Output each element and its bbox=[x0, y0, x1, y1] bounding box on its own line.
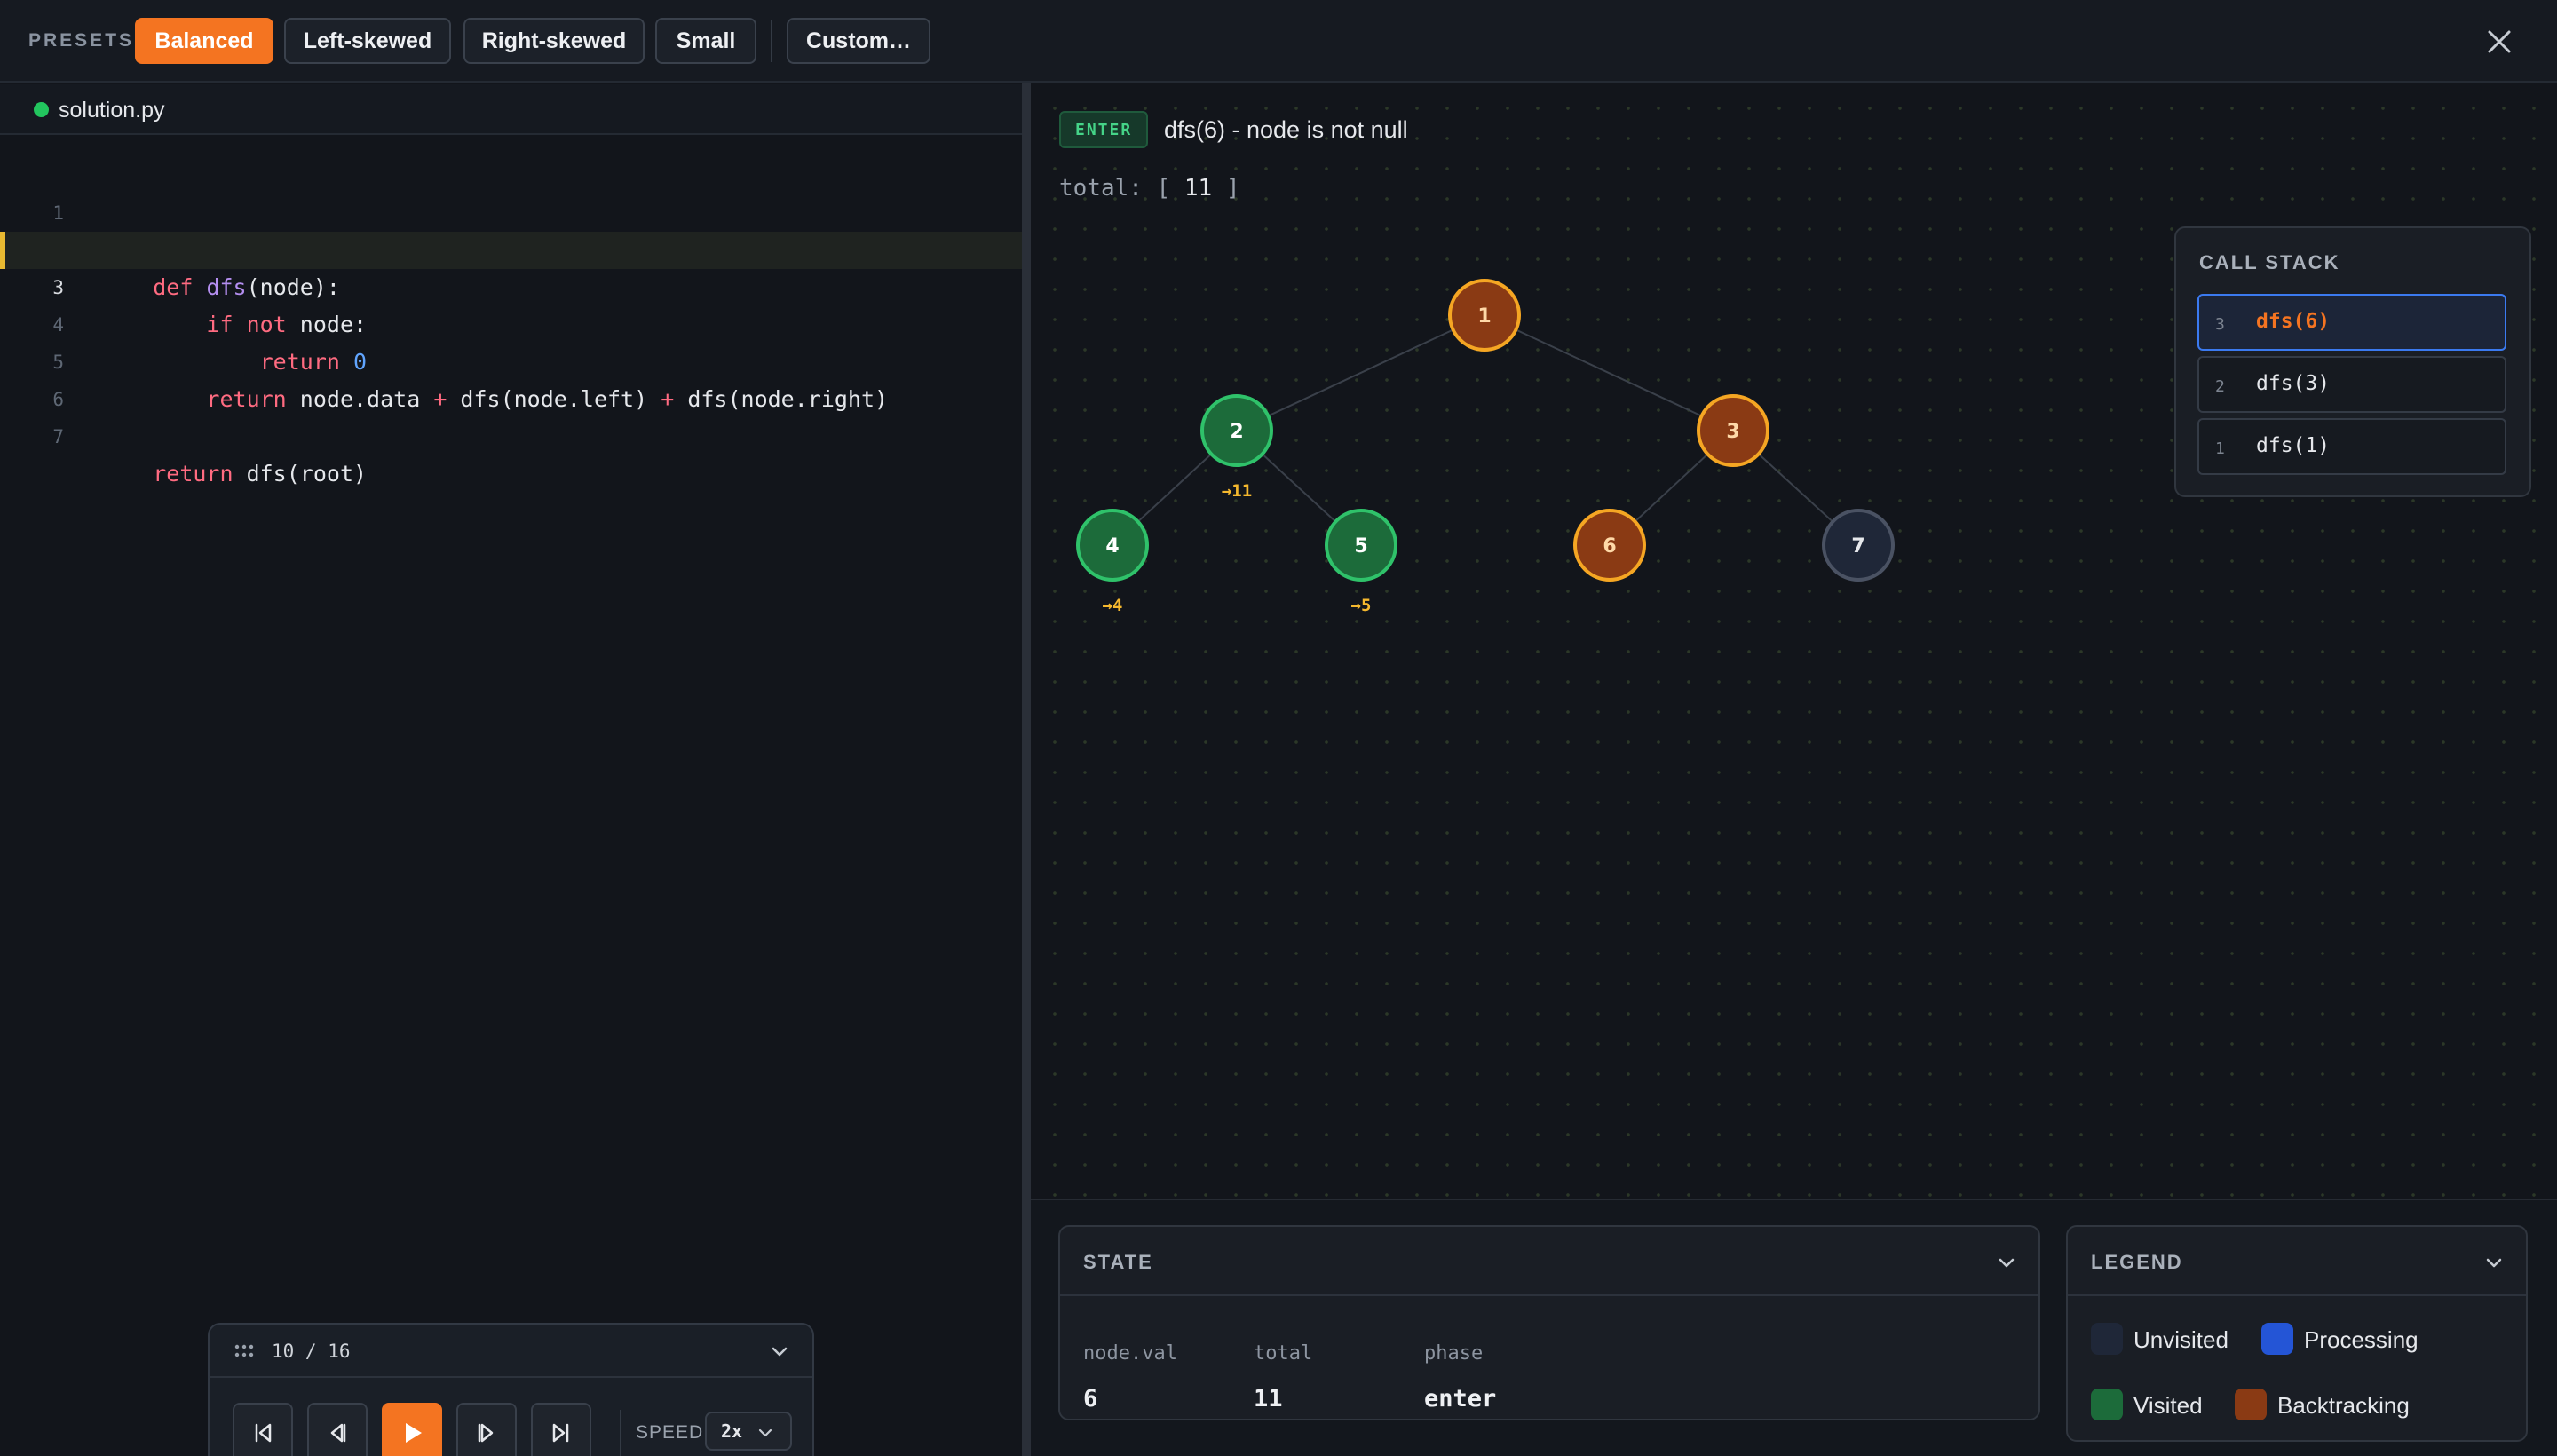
tree-node-2[interactable]: 2 →11 bbox=[1200, 394, 1273, 501]
file-name: solution.py bbox=[59, 98, 165, 123]
code-line: 1 def sumBT(self, root): bbox=[0, 157, 1022, 263]
tree-node-label: 6 bbox=[1603, 535, 1616, 558]
state-panel: STATE node.val 6 total 11 phase enter bbox=[1058, 1225, 2040, 1420]
code-line: 4 return 0 bbox=[0, 269, 1022, 375]
code-line: 5 return node.data + dfs(node.left) + df… bbox=[0, 306, 1022, 412]
speed-select[interactable]: 2x bbox=[705, 1412, 792, 1451]
pane-resize-handle[interactable] bbox=[1022, 83, 1031, 1456]
tree-edge bbox=[1236, 314, 1485, 431]
code-line-current: 3 if not node: bbox=[0, 232, 1022, 337]
legend-panel-header[interactable]: LEGEND bbox=[2068, 1227, 2526, 1296]
frame-depth: 3 bbox=[2215, 315, 2225, 334]
state-key-total: total bbox=[1254, 1342, 1313, 1365]
legend-swatch-backtracking bbox=[2235, 1389, 2267, 1420]
code-editor: solution.py 1 def sumBT(self, root): 2 d… bbox=[0, 84, 1022, 1456]
speed-value: 2x bbox=[721, 1420, 743, 1442]
tree-visualization: ENTER dfs(6) - node is not null total: [… bbox=[1031, 84, 2557, 1199]
file-status-dot bbox=[34, 102, 49, 117]
skip-end-icon bbox=[552, 1423, 569, 1443]
frame-call: dfs(1) bbox=[2256, 434, 2331, 457]
step-forward-button[interactable] bbox=[456, 1403, 517, 1456]
chevron-down-icon bbox=[758, 1428, 772, 1437]
call-stack-panel: CALL STACK 3 dfs(6) 2 dfs(3) 1 dfs(1) bbox=[2174, 226, 2531, 497]
legend-label-backtracking: Backtracking bbox=[2277, 1392, 2410, 1419]
legend-panel-title: LEGEND bbox=[2091, 1251, 2183, 1273]
frame-depth: 1 bbox=[2215, 439, 2225, 458]
legend-swatch-visited bbox=[2091, 1389, 2123, 1420]
state-value-phase: enter bbox=[1424, 1385, 1497, 1412]
tree-node-label: 5 bbox=[1354, 535, 1367, 558]
tree-node-label: 7 bbox=[1851, 535, 1864, 558]
state-key-node-val: node.val bbox=[1083, 1342, 1177, 1365]
tree-node-result: →5 bbox=[1351, 596, 1372, 615]
chevron-down-icon[interactable] bbox=[769, 1341, 790, 1362]
playback-controls: 10 / 16 SPEED 2x bbox=[208, 1323, 814, 1456]
tree-node-6[interactable]: 6 bbox=[1573, 509, 1646, 582]
step-counter: 10 / 16 bbox=[272, 1341, 351, 1362]
state-key-phase: phase bbox=[1424, 1342, 1484, 1365]
tree-node-result: →11 bbox=[1222, 481, 1252, 501]
code-line: 6 bbox=[0, 344, 1022, 410]
skip-to-end-button[interactable] bbox=[531, 1403, 591, 1456]
step-back-icon bbox=[330, 1423, 346, 1443]
legend-label-unvisited: Unvisited bbox=[2133, 1326, 2228, 1353]
state-panel-title: STATE bbox=[1083, 1251, 1153, 1273]
legend-label-processing: Processing bbox=[2304, 1326, 2418, 1353]
tree-node-3[interactable]: 3 bbox=[1697, 394, 1769, 467]
tree-node-7[interactable]: 7 bbox=[1822, 509, 1895, 582]
call-stack-frame[interactable]: 2 dfs(3) bbox=[2197, 356, 2506, 413]
file-tab[interactable]: solution.py bbox=[0, 84, 1022, 135]
binary-tree: 1 2 →11 3 4 →4 5 →5 6 7 bbox=[1076, 279, 1895, 615]
controls-divider bbox=[620, 1410, 621, 1456]
close-icon bbox=[2488, 30, 2511, 53]
inspector-area: STATE node.val 6 total 11 phase enter LE… bbox=[1031, 1199, 2557, 1456]
legend-panel: LEGEND Unvisited Processing Visited Back… bbox=[2066, 1225, 2528, 1442]
presets-toolbar: PRESETS Balanced Left-skewed Right-skewe… bbox=[0, 0, 2557, 83]
tree-node-5[interactable]: 5 →5 bbox=[1325, 509, 1397, 615]
tree-node-label: 1 bbox=[1477, 305, 1491, 328]
grip-icon[interactable] bbox=[234, 1342, 254, 1360]
chevron-down-icon[interactable] bbox=[1996, 1252, 2017, 1273]
legend-swatch-processing bbox=[2261, 1323, 2293, 1355]
code-line: 7 return dfs(root) bbox=[0, 381, 1022, 487]
call-stack-frame[interactable]: 3 dfs(6) bbox=[2197, 294, 2506, 351]
speed-label: SPEED bbox=[636, 1422, 704, 1443]
preset-balanced-button[interactable]: Balanced bbox=[135, 18, 273, 64]
tree-node-result: →4 bbox=[1103, 596, 1123, 615]
close-button[interactable] bbox=[2479, 21, 2520, 62]
preset-custom-button[interactable]: Custom… bbox=[787, 18, 930, 64]
preset-small-button[interactable]: Small bbox=[655, 18, 756, 64]
skip-to-start-button[interactable] bbox=[233, 1403, 293, 1456]
toolbar-divider bbox=[771, 20, 772, 62]
play-icon bbox=[406, 1423, 422, 1443]
frame-depth: 2 bbox=[2215, 377, 2225, 396]
code-text: return dfs(root) bbox=[153, 461, 368, 487]
call-stack-title: CALL STACK bbox=[2199, 251, 2340, 273]
preset-right-skewed-button[interactable]: Right-skewed bbox=[463, 18, 645, 64]
frame-call: dfs(3) bbox=[2256, 372, 2331, 395]
step-forward-icon bbox=[478, 1423, 494, 1443]
legend-label-visited: Visited bbox=[2133, 1392, 2203, 1419]
skip-start-icon bbox=[255, 1423, 272, 1443]
code-line: 2 def dfs(node): bbox=[0, 194, 1022, 300]
frame-call: dfs(6) bbox=[2256, 310, 2331, 333]
state-panel-header[interactable]: STATE bbox=[1060, 1227, 2038, 1296]
playback-header: 10 / 16 bbox=[210, 1325, 812, 1378]
tree-edge bbox=[1484, 314, 1734, 431]
chevron-down-icon[interactable] bbox=[2483, 1252, 2505, 1273]
play-button[interactable] bbox=[382, 1403, 442, 1456]
presets-label: PRESETS bbox=[28, 30, 135, 51]
call-stack-frame[interactable]: 1 dfs(1) bbox=[2197, 418, 2506, 475]
preset-left-skewed-button[interactable]: Left-skewed bbox=[284, 18, 451, 64]
state-value-total: 11 bbox=[1254, 1385, 1283, 1412]
tree-node-4[interactable]: 4 →4 bbox=[1076, 509, 1149, 615]
line-number: 7 bbox=[52, 426, 64, 447]
step-back-button[interactable] bbox=[307, 1403, 368, 1456]
tree-node-1[interactable]: 1 bbox=[1448, 279, 1521, 352]
state-value-node-val: 6 bbox=[1083, 1385, 1098, 1412]
legend-swatch-unvisited bbox=[2091, 1323, 2123, 1355]
tree-node-label: 4 bbox=[1105, 535, 1119, 558]
tree-node-label: 3 bbox=[1726, 421, 1739, 443]
tree-node-label: 2 bbox=[1230, 421, 1243, 443]
